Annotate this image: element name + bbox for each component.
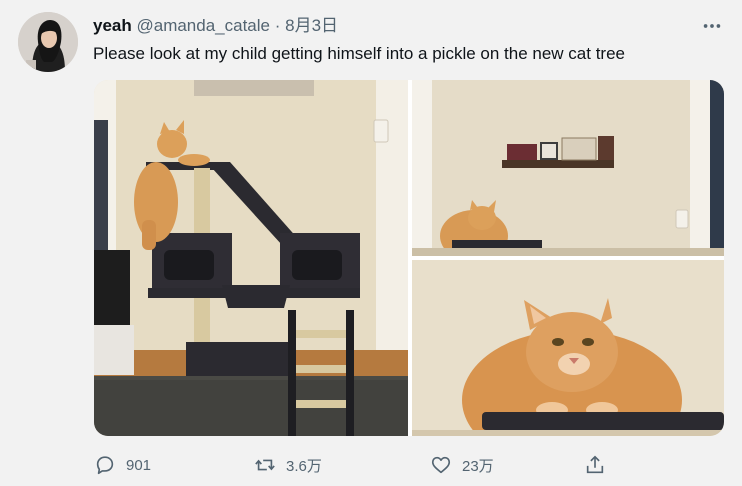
- retweet-icon: [255, 459, 275, 471]
- retweet-button[interactable]: 3.6万: [254, 452, 322, 478]
- cat-on-edge-image: [412, 80, 724, 256]
- tweet-text: Please look at my child getting himself …: [93, 44, 626, 63]
- like-count: 23万: [462, 457, 494, 475]
- share-button[interactable]: [584, 452, 616, 478]
- separator-dot: ·: [274, 16, 281, 35]
- photo-cat-on-edge[interactable]: [412, 80, 724, 256]
- more-horizontal-icon: [703, 24, 721, 28]
- cat-closeup-image: [412, 260, 724, 436]
- retweet-count: 3.6万: [286, 457, 322, 475]
- heart-icon: [431, 456, 451, 474]
- photo-cat-tree[interactable]: [94, 80, 408, 436]
- media-grid: [94, 80, 724, 436]
- reply-button[interactable]: 901: [94, 452, 151, 478]
- tweet-actions: 901 3.6万 23万: [94, 452, 734, 478]
- reply-count: 901: [126, 456, 152, 474]
- user-handle[interactable]: @amanda_catale: [136, 16, 270, 35]
- avatar[interactable]: [18, 12, 78, 72]
- avatar-image: [18, 12, 78, 72]
- reply-icon: [96, 456, 114, 475]
- photo-cat-closeup[interactable]: [412, 260, 724, 436]
- more-options-button[interactable]: [700, 14, 724, 38]
- tweet-date[interactable]: 8月3日: [285, 16, 338, 35]
- cat-tree-image: [94, 80, 408, 436]
- share-icon: [586, 455, 604, 474]
- tweet-header: yeah @amanda_catale · 8月3日: [93, 14, 722, 38]
- like-button[interactable]: 23万: [430, 452, 494, 478]
- display-name[interactable]: yeah: [93, 16, 132, 35]
